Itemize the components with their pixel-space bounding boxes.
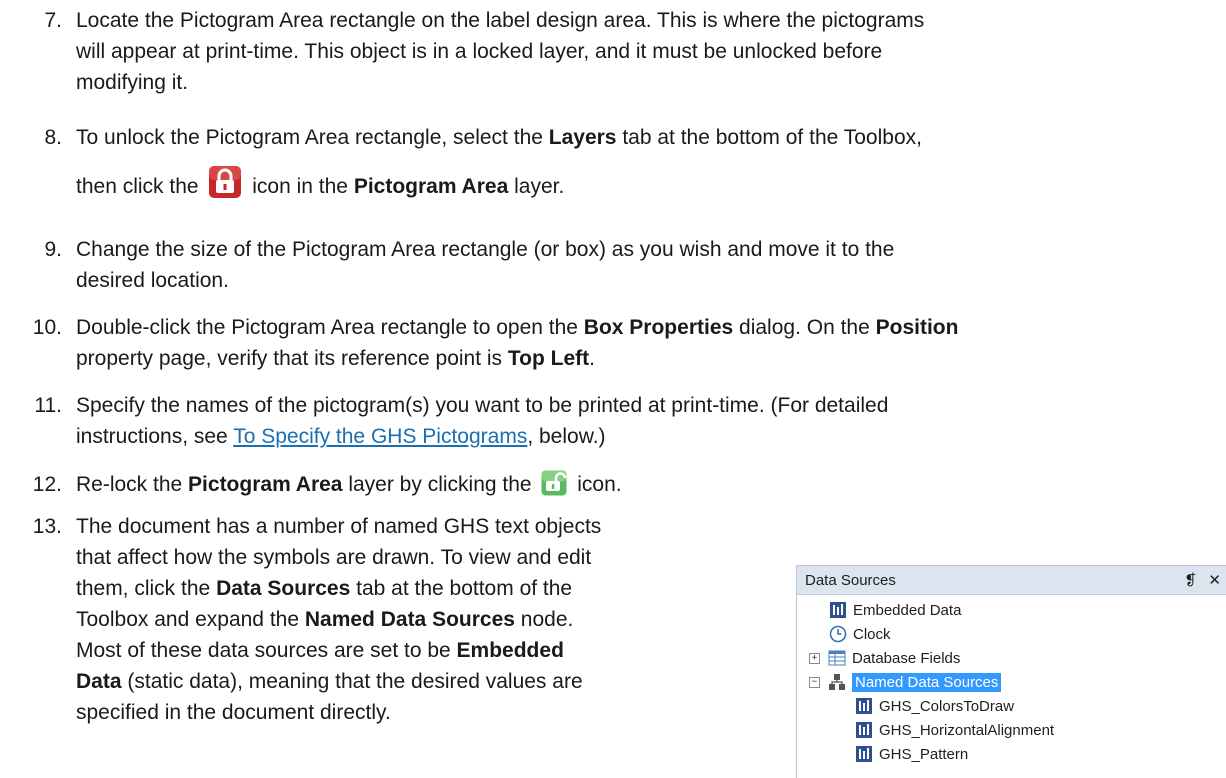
tree-item-label: GHS_HorizontalAlignment	[879, 721, 1055, 739]
step-9-line-2: desired location.	[76, 269, 229, 292]
embedded-data-icon	[856, 722, 872, 738]
step-13-line-3: them, click the Data Sources tab at the …	[76, 577, 573, 600]
step-7-line-2: will appear at print-time. This object i…	[76, 40, 883, 63]
step-11-line-2: instructions, see To Specify the GHS Pic…	[76, 425, 606, 448]
tree-item-named-data-sources[interactable]: − Named Data Sources	[809, 670, 1002, 694]
named-data-sources-icon	[829, 674, 845, 690]
panel-title: Data Sources	[805, 571, 896, 589]
step-8-line-2: then click the icon in the Pictogram Are…	[76, 165, 1210, 202]
tree-item-label: Clock	[853, 625, 891, 643]
tree-item-embedded-data[interactable]: Embedded Data	[829, 598, 961, 622]
close-icon[interactable]: ✕	[1208, 571, 1221, 589]
data-sources-panel: Data Sources ❡ ✕ Embedded Data Clock + D…	[796, 565, 1226, 778]
step-13-line-6: Data (static data), meaning that the des…	[76, 670, 583, 693]
step-10-line-2: property page, verify that its reference…	[76, 347, 595, 370]
step-number: 11.	[34, 394, 62, 417]
step-13-line-7: specified in the document directly.	[76, 701, 391, 724]
step-number: 12.	[32, 473, 62, 496]
tree-item-ghs-horizontalalignment[interactable]: GHS_HorizontalAlignment	[855, 718, 1054, 742]
pin-icon[interactable]: ❡	[1184, 571, 1197, 589]
collapse-icon[interactable]: −	[809, 676, 820, 688]
step-8-line-1: To unlock the Pictogram Area rectangle, …	[76, 126, 922, 149]
panel-header: Data Sources ❡ ✕	[797, 566, 1226, 595]
step-number: 7.	[44, 9, 62, 32]
tree-item-ghs-colorstodraw[interactable]: GHS_ColorsToDraw	[855, 694, 1014, 718]
tree-item-clock[interactable]: Clock	[829, 622, 891, 646]
database-fields-icon	[828, 650, 846, 666]
unlocked-lock-icon	[541, 470, 567, 496]
tree-item-label: GHS_ColorsToDraw	[879, 697, 1015, 715]
step-number: 8.	[44, 126, 62, 149]
locked-lock-icon	[209, 166, 242, 198]
clock-icon	[829, 625, 847, 643]
embedded-data-icon	[830, 602, 846, 618]
step-number: 13.	[32, 515, 62, 538]
pictogram-area-ref: Pictogram Area	[353, 175, 509, 198]
step-12-line-1: Re-lock the Pictogram Area layer by clic…	[76, 469, 1210, 500]
step-7-line-1: Locate the Pictogram Area rectangle on t…	[76, 9, 925, 32]
tree-item-label: GHS_Pattern	[879, 745, 969, 763]
specify-ghs-pictograms-link[interactable]: To Specify the GHS Pictograms	[233, 425, 527, 448]
tree-item-label: Embedded Data	[853, 601, 962, 619]
tree-item-label: Named Data Sources	[852, 672, 1002, 692]
step-7-line-3: modifying it.	[76, 71, 189, 94]
tree-item-label: Database Fields	[852, 649, 961, 667]
step-9-line-1: Change the size of the Pictogram Area re…	[76, 238, 895, 261]
step-13-line-5: Most of these data sources are set to be…	[76, 639, 564, 662]
layers-tab-ref: Layers	[548, 126, 617, 149]
step-number: 9.	[44, 238, 62, 261]
expand-icon[interactable]: +	[809, 652, 820, 664]
embedded-data-icon	[856, 698, 872, 714]
step-13-line-2: that affect how the symbols are drawn. T…	[76, 546, 592, 569]
tree-item-ghs-pattern[interactable]: GHS_Pattern	[855, 742, 968, 766]
step-13-line-1: The document has a number of named GHS t…	[76, 515, 602, 538]
step-13-line-4: Toolbox and expand the Named Data Source…	[76, 608, 574, 631]
tree-item-database-fields[interactable]: + Database Fields	[809, 646, 960, 670]
step-10-line-1: Double-click the Pictogram Area rectangl…	[76, 316, 959, 339]
step-number: 10.	[32, 316, 62, 339]
step-11-line-1: Specify the names of the pictogram(s) yo…	[76, 394, 889, 417]
embedded-data-icon	[856, 746, 872, 762]
